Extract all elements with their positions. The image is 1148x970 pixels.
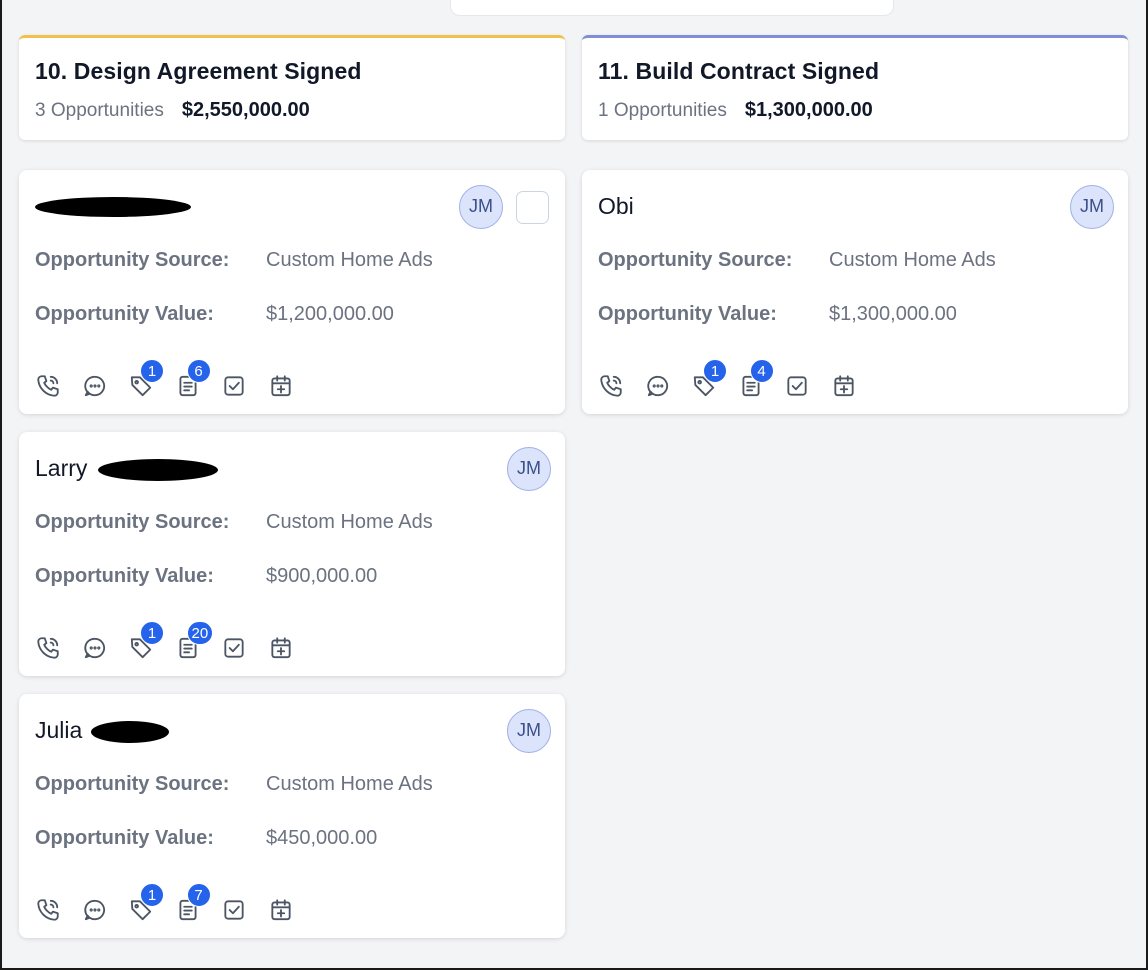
notes-count-badge: 20: [186, 621, 214, 645]
value-label: Opportunity Value:: [35, 303, 214, 325]
phone-icon[interactable]: [35, 634, 82, 662]
opportunity-card[interactable]: Julia JM Opportunity Source: Custom Home…: [19, 694, 565, 938]
contact-name[interactable]: Larry: [35, 450, 549, 486]
contact-name[interactable]: Julia: [35, 712, 549, 748]
tag-icon[interactable]: 1: [128, 883, 175, 924]
calendar-add-icon[interactable]: [268, 634, 315, 662]
stage-title: 10. Design Agreement Signed: [35, 58, 362, 84]
task-icon[interactable]: [784, 372, 831, 400]
card-actions: 1 20: [35, 621, 315, 662]
select-checkbox[interactable]: [516, 191, 549, 224]
opportunity-value: $900,000.00: [266, 565, 378, 587]
task-icon[interactable]: [221, 634, 268, 662]
source-label: Opportunity Source:: [35, 249, 230, 271]
source-label: Opportunity Source:: [35, 511, 230, 533]
value-label: Opportunity Value:: [35, 827, 214, 849]
source-label: Opportunity Source:: [35, 773, 230, 795]
opportunity-card[interactable]: Larry JM Opportunity Source: Custom Home…: [19, 432, 565, 676]
stage-amount: $2,550,000.00: [181, 99, 310, 121]
opportunity-card[interactable]: JM Opportunity Source: Custom Home Ads O…: [19, 170, 565, 414]
stage-header: 10. Design Agreement Signed 3 Opportunit…: [19, 35, 565, 140]
tag-icon[interactable]: 1: [128, 621, 175, 662]
chat-icon[interactable]: [645, 372, 692, 400]
stage-column-design-agreement: 10. Design Agreement Signed 3 Opportunit…: [19, 35, 565, 938]
opportunity-value: $450,000.00: [266, 827, 378, 849]
stage-count: 1 Opportunities: [598, 100, 727, 121]
phone-icon[interactable]: [35, 372, 82, 400]
stage-title: 11. Build Contract Signed: [598, 58, 880, 84]
tag-count-badge: 1: [703, 359, 727, 383]
stage-count: 3 Opportunities: [35, 100, 164, 121]
card-actions: 1 4: [598, 359, 878, 400]
tag-count-badge: 1: [140, 621, 164, 645]
pipeline-board: 10. Design Agreement Signed 3 Opportunit…: [2, 0, 1146, 968]
task-icon[interactable]: [221, 896, 268, 924]
notes-icon[interactable]: 4: [738, 359, 785, 400]
source-label: Opportunity Source:: [598, 249, 793, 271]
redaction-mark: [35, 197, 191, 217]
phone-icon[interactable]: [598, 372, 645, 400]
avatar[interactable]: JM: [1070, 185, 1114, 229]
redaction-mark: [97, 458, 218, 481]
avatar[interactable]: JM: [459, 185, 503, 229]
stage-column-build-contract: 11. Build Contract Signed 1 Opportunitie…: [582, 35, 1128, 414]
tag-icon[interactable]: 1: [691, 359, 738, 400]
source-value: Custom Home Ads: [266, 249, 433, 271]
card-actions: 1 7: [35, 883, 315, 924]
notes-count-badge: 7: [186, 883, 211, 907]
chat-icon[interactable]: [82, 896, 129, 924]
contact-name[interactable]: Obi: [598, 188, 1112, 224]
avatar[interactable]: JM: [507, 447, 551, 491]
tag-icon[interactable]: 1: [128, 359, 175, 400]
chat-icon[interactable]: [82, 634, 129, 662]
chat-icon[interactable]: [82, 372, 129, 400]
top-search-box[interactable]: [450, 0, 894, 16]
source-value: Custom Home Ads: [829, 249, 996, 271]
calendar-add-icon[interactable]: [268, 896, 315, 924]
notes-count-badge: 4: [749, 359, 774, 383]
source-value: Custom Home Ads: [266, 773, 433, 795]
calendar-add-icon[interactable]: [831, 372, 878, 400]
source-value: Custom Home Ads: [266, 511, 433, 533]
calendar-add-icon[interactable]: [268, 372, 315, 400]
redaction-mark: [90, 720, 169, 743]
stage-amount: $1,300,000.00: [744, 99, 873, 121]
tag-count-badge: 1: [140, 359, 164, 383]
opportunity-card[interactable]: Obi JM Opportunity Source: Custom Home A…: [582, 170, 1128, 414]
value-label: Opportunity Value:: [35, 565, 214, 587]
opportunity-value: $1,300,000.00: [829, 303, 957, 325]
notes-icon[interactable]: 7: [175, 883, 222, 924]
value-label: Opportunity Value:: [598, 303, 777, 325]
task-icon[interactable]: [221, 372, 268, 400]
tag-count-badge: 1: [140, 883, 164, 907]
notes-icon[interactable]: 6: [175, 359, 222, 400]
notes-icon[interactable]: 20: [175, 621, 222, 662]
stage-header: 11. Build Contract Signed 1 Opportunitie…: [582, 35, 1128, 140]
avatar[interactable]: JM: [507, 709, 551, 753]
opportunity-value: $1,200,000.00: [266, 303, 394, 325]
phone-icon[interactable]: [35, 896, 82, 924]
card-actions: 1 6: [35, 359, 315, 400]
notes-count-badge: 6: [186, 359, 211, 383]
